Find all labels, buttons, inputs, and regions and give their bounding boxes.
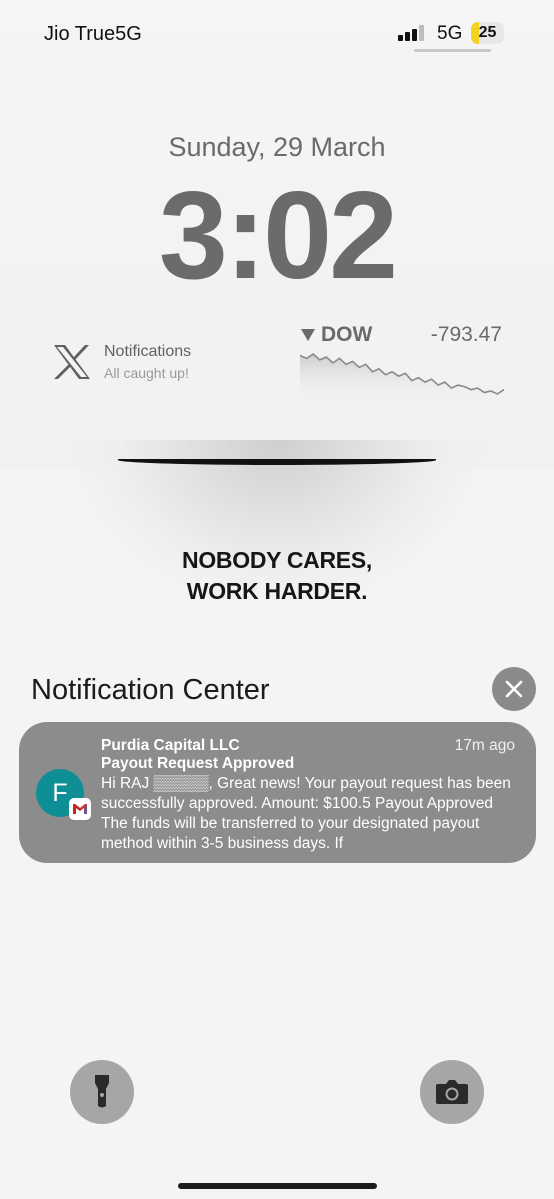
notification-subject: Payout Request Approved <box>101 755 295 772</box>
x-notifications-widget[interactable]: Notifications All caught up! <box>52 340 227 390</box>
notification-time: 17m ago <box>454 737 515 754</box>
lock-time: 3:02 <box>158 167 398 305</box>
notification-body: Hi RAJ ▒▒▒▒▒, Great news! Your payout re… <box>101 775 511 852</box>
lock-date: Sunday, 29 March <box>168 132 386 162</box>
home-indicator[interactable] <box>178 1183 377 1189</box>
battery-icon: 25 <box>471 22 504 44</box>
quote-line-2: WORK HARDER. <box>186 578 368 604</box>
quote-line-1: NOBODY CARES, <box>182 547 372 573</box>
carrier-name: Jio True5G <box>44 23 142 45</box>
wallpaper-quote: NOBODY CARES, WORK HARDER. <box>0 545 554 607</box>
notification-sender: Purdia Capital LLC <box>101 737 240 754</box>
notification-center-title: Notification Center <box>31 674 270 706</box>
status-underline <box>414 49 491 52</box>
x-logo-icon <box>54 345 90 379</box>
stock-change: -793.47 <box>430 323 502 346</box>
down-arrow-icon <box>301 329 315 341</box>
clear-notifications-button[interactable] <box>492 667 536 711</box>
network-type: 5G <box>437 23 463 44</box>
stock-trend-chart <box>300 352 504 402</box>
camera-icon <box>436 1080 468 1104</box>
battery-percent: 25 <box>478 24 497 41</box>
x-widget-subtitle: All caught up! <box>104 365 189 381</box>
camera-button[interactable] <box>420 1060 484 1124</box>
flashlight-button[interactable] <box>70 1060 134 1124</box>
status-bar: Jio True5G 5G 25 <box>0 0 554 70</box>
flashlight-icon <box>95 1075 109 1108</box>
notification-card[interactable]: F Purdia Capital LLC 17m ago Payout Requ… <box>19 722 536 863</box>
close-icon <box>505 680 523 698</box>
stock-symbol: DOW <box>321 323 373 346</box>
signal-strength-icon <box>398 25 424 41</box>
x-widget-title: Notifications <box>104 343 192 360</box>
stocks-widget[interactable]: DOW -793.47 <box>300 322 504 402</box>
gmail-icon <box>69 798 91 820</box>
